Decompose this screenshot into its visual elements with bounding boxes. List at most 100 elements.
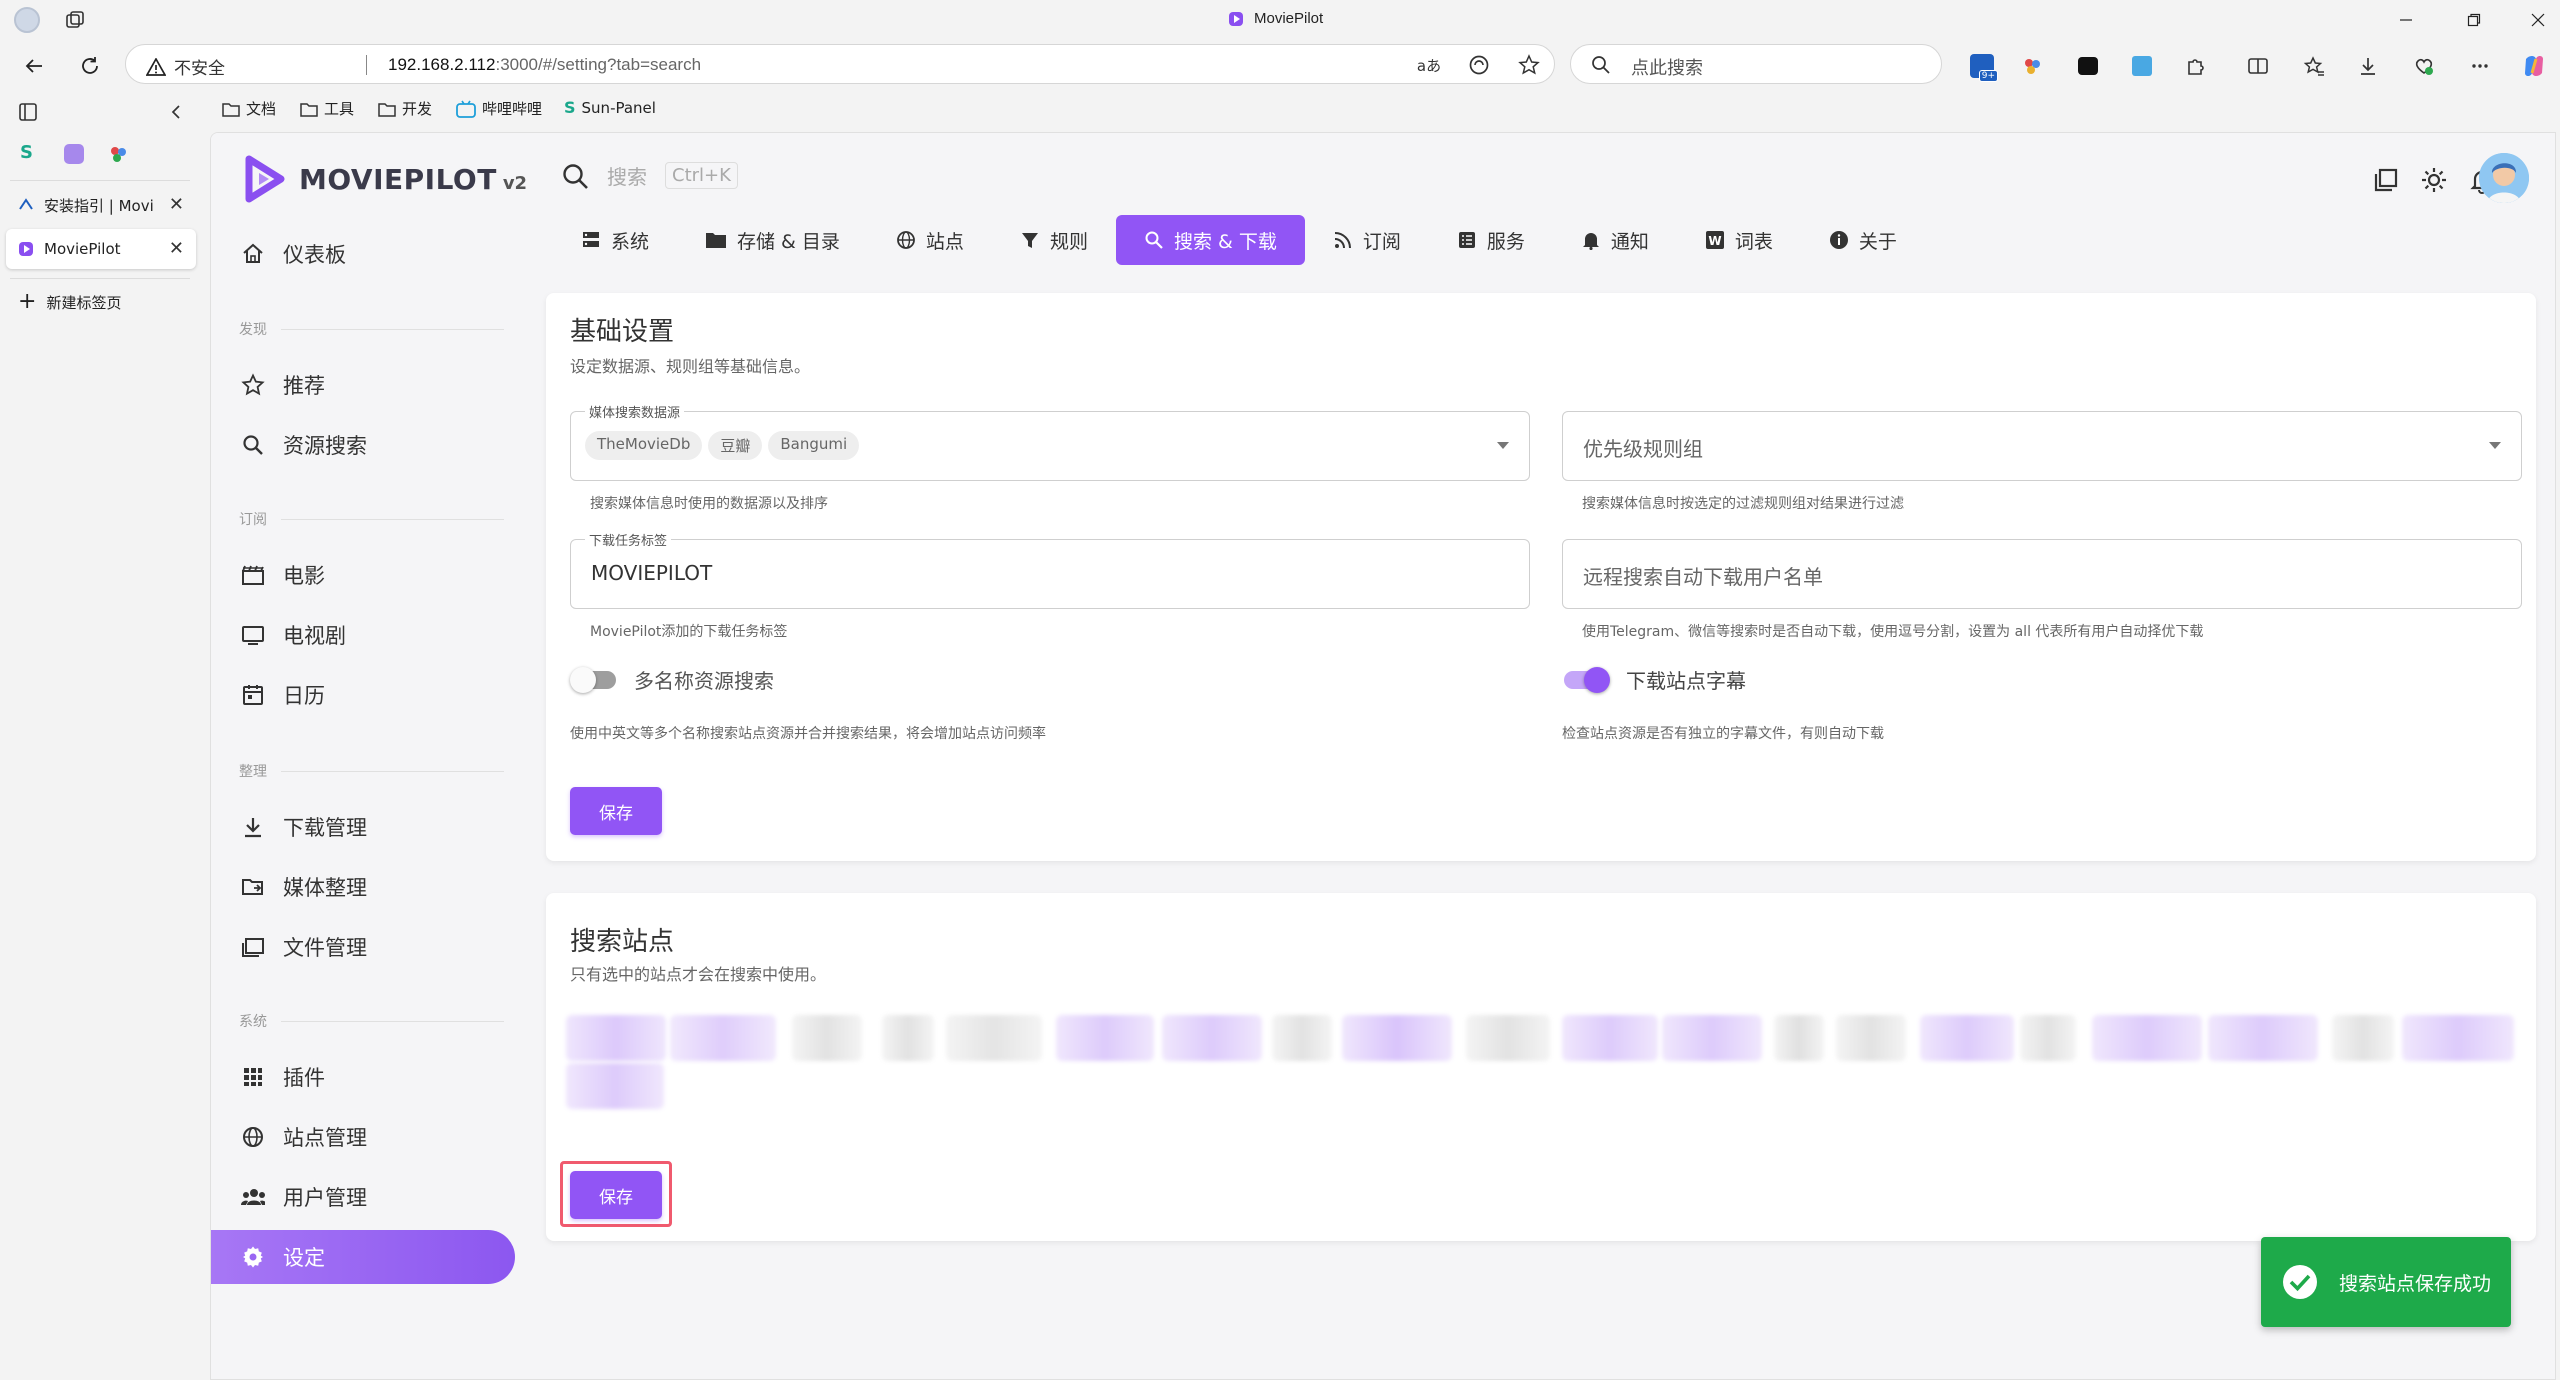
site-chip[interactable] bbox=[792, 1015, 862, 1061]
tab-actions-icon[interactable] bbox=[18, 102, 38, 122]
bookmark-sun-panel[interactable]: S Sun-Panel bbox=[564, 98, 656, 117]
tab-storage-directory[interactable]: 存储 & 目录 bbox=[677, 215, 868, 265]
read-aloud-icon[interactable]: aあ bbox=[1416, 53, 1442, 77]
tab-about[interactable]: 关于 bbox=[1801, 215, 1925, 265]
url-text[interactable]: 192.168.2.112:3000/#/setting?tab=search bbox=[388, 55, 701, 75]
basic-save-button[interactable]: 保存 bbox=[570, 787, 662, 835]
sidebar-item-site-management[interactable]: 站点管理 bbox=[211, 1110, 515, 1164]
new-tab-button[interactable]: + 新建标签页 bbox=[6, 282, 196, 322]
translate-icon[interactable] bbox=[1466, 53, 1492, 77]
bookmark-tools[interactable]: 工具 bbox=[300, 98, 354, 119]
site-chip[interactable] bbox=[566, 1063, 664, 1109]
refresh-icon[interactable] bbox=[76, 52, 104, 80]
sidebar-item-media-organize[interactable]: 媒体整理 bbox=[211, 860, 515, 914]
downloads-icon[interactable] bbox=[2354, 52, 2382, 80]
site-chip[interactable] bbox=[670, 1015, 776, 1061]
app-logo[interactable]: MOVIEPILOT v2 bbox=[243, 155, 527, 203]
close-tab-icon[interactable]: ✕ bbox=[169, 194, 184, 215]
window-mode-icon[interactable] bbox=[2369, 163, 2403, 197]
extensions-puzzle-icon[interactable] bbox=[2182, 52, 2210, 80]
bookmark-dev[interactable]: 开发 bbox=[378, 98, 432, 119]
chip-douban[interactable]: 豆瓣 bbox=[708, 431, 763, 460]
multi-name-search-switch[interactable]: 多名称资源搜索 bbox=[570, 665, 774, 694]
favorite-star-icon[interactable] bbox=[1516, 53, 1542, 77]
close-window-button[interactable] bbox=[2516, 4, 2560, 36]
site-chip[interactable] bbox=[1272, 1015, 1332, 1061]
user-avatar[interactable] bbox=[2479, 153, 2529, 203]
download-tag-input[interactable]: 下载任务标签 MOVIEPILOT bbox=[570, 530, 1530, 609]
sidebar-item-tv[interactable]: 电视剧 bbox=[211, 608, 515, 662]
extension-black-icon[interactable] bbox=[2074, 52, 2102, 80]
close-tab-icon[interactable]: ✕ bbox=[169, 238, 184, 259]
extension-translate-icon[interactable]: 9+ bbox=[1968, 52, 1998, 82]
extension-blue-icon[interactable] bbox=[2128, 52, 2156, 80]
split-screen-icon[interactable] bbox=[2244, 52, 2272, 80]
browser-tab-install-guide[interactable]: 安装指引 | Movi ✕ bbox=[6, 185, 196, 225]
priority-rule-select[interactable]: 优先级规则组 bbox=[1562, 411, 2522, 481]
theme-toggle-icon[interactable] bbox=[2417, 163, 2451, 197]
tab-subscribe[interactable]: 订阅 bbox=[1305, 215, 1429, 265]
tab-sites[interactable]: 站点 bbox=[868, 215, 992, 265]
sidebar-item-resource-search[interactable]: 资源搜索 bbox=[211, 418, 515, 472]
pinned-sun-panel-icon[interactable]: S bbox=[20, 142, 33, 163]
bookmark-bilibili[interactable]: 哔哩哔哩 bbox=[456, 98, 542, 119]
pinned-app-icon[interactable] bbox=[64, 144, 84, 164]
tab-rules[interactable]: 规则 bbox=[992, 215, 1116, 265]
site-chip[interactable] bbox=[566, 1015, 666, 1061]
site-chip[interactable] bbox=[1162, 1015, 1262, 1061]
chip-tmdb[interactable]: TheMovieDb bbox=[585, 431, 703, 460]
site-chip[interactable] bbox=[2332, 1015, 2394, 1061]
tab-notifications[interactable]: 通知 bbox=[1553, 215, 1677, 265]
browser-tab-moviepilot[interactable]: MoviePilot ✕ bbox=[6, 229, 196, 269]
media-source-select[interactable]: 媒体搜索数据源 TheMovieDb 豆瓣 Bangumi bbox=[570, 402, 1530, 481]
workspaces-icon[interactable] bbox=[64, 10, 86, 32]
performance-icon[interactable] bbox=[2410, 52, 2438, 80]
chip-bangumi[interactable]: Bangumi bbox=[768, 431, 860, 460]
tab-search-download[interactable]: 搜索 & 下载 bbox=[1115, 215, 1305, 265]
back-icon[interactable] bbox=[20, 52, 48, 80]
global-search[interactable]: 搜索 Ctrl+K bbox=[561, 161, 738, 190]
sidebar-item-plugins[interactable]: 插件 bbox=[211, 1050, 515, 1104]
tab-wordlist[interactable]: W 词表 bbox=[1677, 215, 1801, 265]
security-indicator[interactable]: 不安全 bbox=[146, 54, 225, 79]
browser-search-box[interactable]: 点此搜索 bbox=[1570, 44, 1942, 84]
sites-save-button[interactable]: 保存 bbox=[570, 1171, 662, 1219]
site-chip[interactable] bbox=[1836, 1015, 1906, 1061]
site-chip[interactable] bbox=[1662, 1015, 1762, 1061]
sidebar-item-dashboard[interactable]: 仪表板 bbox=[211, 227, 515, 281]
site-chip[interactable] bbox=[1774, 1015, 1824, 1061]
site-chip[interactable] bbox=[2020, 1015, 2076, 1061]
sidebar-item-calendar[interactable]: 日历 bbox=[211, 668, 515, 722]
download-subtitle-switch[interactable]: 下载站点字幕 bbox=[1564, 665, 1746, 694]
extension-dots-icon[interactable] bbox=[2018, 52, 2046, 80]
site-chip[interactable] bbox=[1920, 1015, 2014, 1061]
site-chip[interactable] bbox=[1466, 1015, 1550, 1061]
minimize-button[interactable] bbox=[2384, 4, 2428, 36]
collapse-pane-icon[interactable] bbox=[166, 102, 186, 122]
site-chip[interactable] bbox=[946, 1015, 1042, 1061]
tab-system[interactable]: 系统 bbox=[553, 215, 677, 265]
address-bar[interactable]: 不安全 192.168.2.112:3000/#/setting?tab=sea… bbox=[125, 44, 1555, 84]
site-chip[interactable] bbox=[1562, 1015, 1658, 1061]
more-menu-icon[interactable] bbox=[2466, 52, 2494, 80]
copilot-icon[interactable] bbox=[2520, 52, 2548, 80]
site-chip[interactable] bbox=[1342, 1015, 1452, 1061]
site-chip[interactable] bbox=[2402, 1015, 2514, 1061]
site-chip[interactable] bbox=[2092, 1015, 2202, 1061]
sidebar-item-movie[interactable]: 电影 bbox=[211, 548, 515, 602]
sidebar-item-user-management[interactable]: 用户管理 bbox=[211, 1170, 515, 1224]
bookmark-docs[interactable]: 文档 bbox=[222, 98, 276, 119]
site-chip[interactable] bbox=[2208, 1015, 2318, 1061]
site-chip[interactable] bbox=[1056, 1015, 1154, 1061]
sidebar-item-settings[interactable]: 设定 bbox=[211, 1230, 515, 1284]
pinned-extension-icon[interactable] bbox=[108, 144, 128, 164]
restore-button[interactable] bbox=[2452, 4, 2496, 36]
tab-services[interactable]: 服务 bbox=[1429, 215, 1553, 265]
sidebar-item-download-management[interactable]: 下载管理 bbox=[211, 800, 515, 854]
sidebar-item-file-management[interactable]: 文件管理 bbox=[211, 920, 515, 974]
sidebar-item-recommend[interactable]: 推荐 bbox=[211, 358, 515, 412]
site-chip[interactable] bbox=[882, 1015, 934, 1061]
remote-users-input[interactable]: 远程搜索自动下载用户名单 bbox=[1562, 539, 2522, 609]
favorites-icon[interactable] bbox=[2300, 52, 2328, 80]
profile-avatar[interactable] bbox=[14, 7, 40, 33]
